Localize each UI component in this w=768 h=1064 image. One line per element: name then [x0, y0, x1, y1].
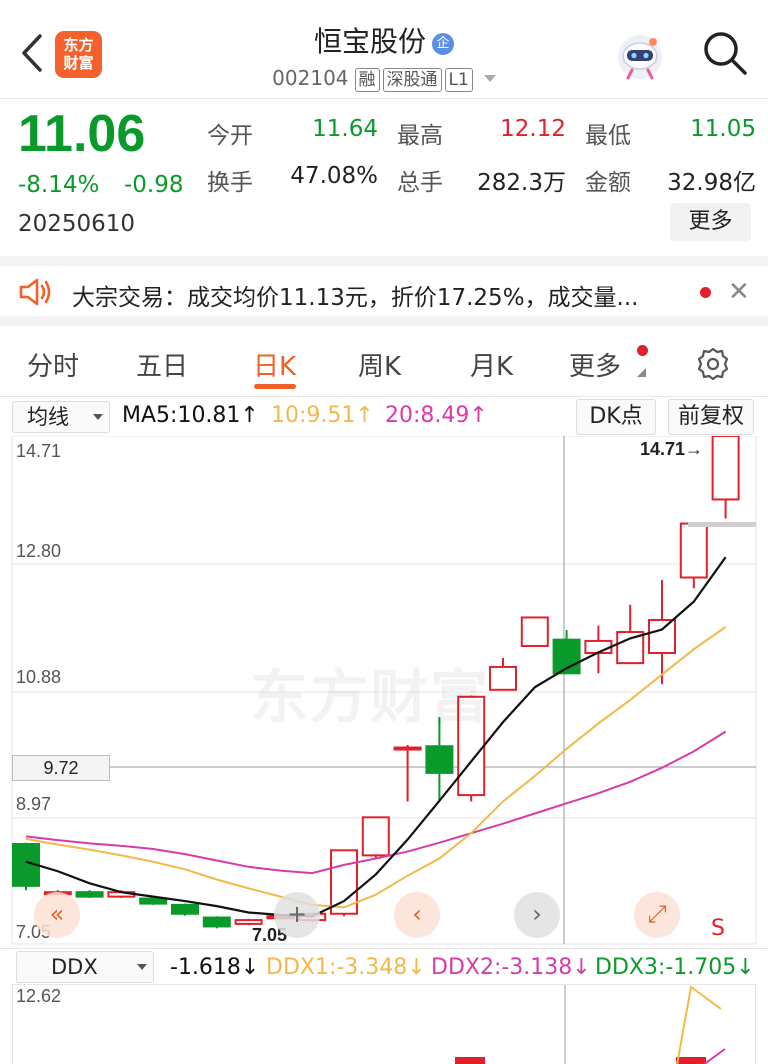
crosshair-price-label: 9.72: [12, 755, 110, 781]
ddx2-value: DDX2:-3.138↓: [431, 955, 591, 980]
stock-code: 002104: [272, 66, 349, 90]
ddx1-value: DDX1:-3.348↓: [266, 955, 426, 980]
connect-tag: 深股通: [382, 68, 442, 92]
ddx-selector-label: DDX: [51, 955, 98, 979]
candle-body: [520, 616, 549, 648]
y-axis-label: 14.71: [16, 441, 62, 461]
indicator-selector-label: 均线: [27, 405, 69, 429]
ddx-svg: [455, 985, 726, 1064]
watermark: 东方财富: [250, 663, 491, 731]
candle-body: [234, 919, 263, 925]
gear-icon[interactable]: [695, 346, 731, 382]
ma20-value: 20:8.49↑: [385, 403, 488, 428]
corner-triangle-icon: [637, 368, 646, 377]
enterprise-badge: 企: [432, 33, 454, 55]
dk-point-label: DK点: [589, 404, 643, 429]
candle-body: [711, 435, 740, 501]
new-dot: [637, 345, 648, 356]
candle-body: [202, 916, 231, 928]
section-separator: [0, 256, 768, 266]
candle-body: [489, 665, 517, 691]
margin-tag: 融: [354, 68, 380, 92]
candle-body: [361, 816, 390, 857]
low-label: 最低: [585, 123, 631, 149]
tab-daily-k[interactable]: 日K: [253, 346, 296, 383]
ma10-value: 10:9.51↑: [271, 403, 374, 428]
ddx-chart[interactable]: [12, 984, 756, 1064]
stock-name: 恒宝股份: [313, 25, 426, 58]
ma5-line: [25, 556, 727, 918]
change-amount: -0.98: [124, 172, 184, 198]
scroll-right-button[interactable]: ›: [514, 892, 560, 938]
tab-weekly-k[interactable]: 周K: [358, 346, 401, 383]
more-quote-button[interactable]: 更多: [670, 203, 751, 241]
divider: [0, 396, 768, 397]
zoom-in-button[interactable]: +: [274, 892, 320, 938]
unread-dot: [700, 287, 711, 298]
candle-body: [393, 746, 422, 751]
low-value: 11.05: [690, 116, 756, 142]
divider: [0, 948, 768, 949]
ddx-value: -1.618↓: [170, 955, 260, 980]
candle-body: [648, 618, 676, 654]
active-tab-indicator: [254, 384, 296, 389]
ddx-y-label: 12.62: [16, 986, 62, 1006]
open-value: 11.64: [312, 116, 378, 142]
amount-label: 金额: [585, 170, 631, 196]
speaker-icon: [19, 278, 51, 306]
open-label: 今开: [207, 123, 253, 149]
turnover-value: 47.08%: [290, 163, 378, 189]
divider: [0, 98, 768, 99]
y-axis-label: 12.80: [16, 541, 62, 561]
amount-value: 32.98亿: [667, 170, 756, 196]
indicator-selector[interactable]: 均线: [12, 401, 110, 433]
search-icon[interactable]: [700, 28, 750, 78]
adjust-mode-label: 前复权: [677, 404, 744, 429]
dk-point-button[interactable]: DK点: [576, 399, 656, 435]
y-axis-label: 10.88: [16, 667, 62, 687]
tab-five-day[interactable]: 五日: [136, 346, 188, 383]
chevron-down-icon: [137, 964, 147, 970]
block-trade-notice[interactable]: 大宗交易：成交均价11.13元，折价17.25%，成交量...: [72, 278, 684, 312]
volume-value: 282.3万: [477, 170, 566, 196]
fullscreen-icon[interactable]: ⤢: [634, 892, 680, 938]
candle-body: [425, 745, 454, 774]
tab-more[interactable]: 更多: [569, 346, 621, 383]
ddx-selector[interactable]: DDX: [16, 951, 154, 983]
change-percent: -8.14%: [18, 172, 100, 198]
adjust-mode-button[interactable]: 前复权: [668, 399, 754, 435]
tab-intraday[interactable]: 分时: [27, 346, 79, 383]
tab-monthly-k[interactable]: 月K: [470, 346, 513, 383]
quote-date: 20250610: [18, 211, 136, 237]
current-price: 11.06: [18, 105, 146, 163]
ma5-value: MA5:10.81↑: [122, 403, 259, 428]
section-separator: [0, 316, 768, 326]
high-label: 最高: [397, 123, 443, 149]
candle-body: [75, 891, 104, 898]
candle-body: [679, 522, 708, 579]
y-axis-label: 8.97: [16, 794, 52, 814]
rewind-button[interactable]: «: [34, 892, 80, 938]
candle-body: [139, 897, 168, 905]
chevron-down-icon: [93, 414, 103, 420]
scroll-left-button[interactable]: ‹: [394, 892, 440, 938]
max-price-label: 14.71→: [640, 439, 704, 459]
close-icon[interactable]: ✕: [728, 277, 750, 307]
assistant-robot-icon[interactable]: [614, 30, 666, 82]
top-bar: 东方 财富 恒宝股份企 002104 融深股通 L1: [0, 0, 768, 98]
sell-signal-marker: S: [711, 916, 725, 941]
level-tag: L1: [444, 68, 473, 92]
volume-label: 总手: [397, 170, 443, 196]
turnover-label: 换手: [207, 170, 253, 196]
high-value: 12.12: [500, 116, 566, 142]
dropdown-icon: [483, 75, 496, 82]
ddx3-value: DDX3:-1.705↓: [595, 955, 755, 980]
candle-body: [171, 903, 199, 915]
